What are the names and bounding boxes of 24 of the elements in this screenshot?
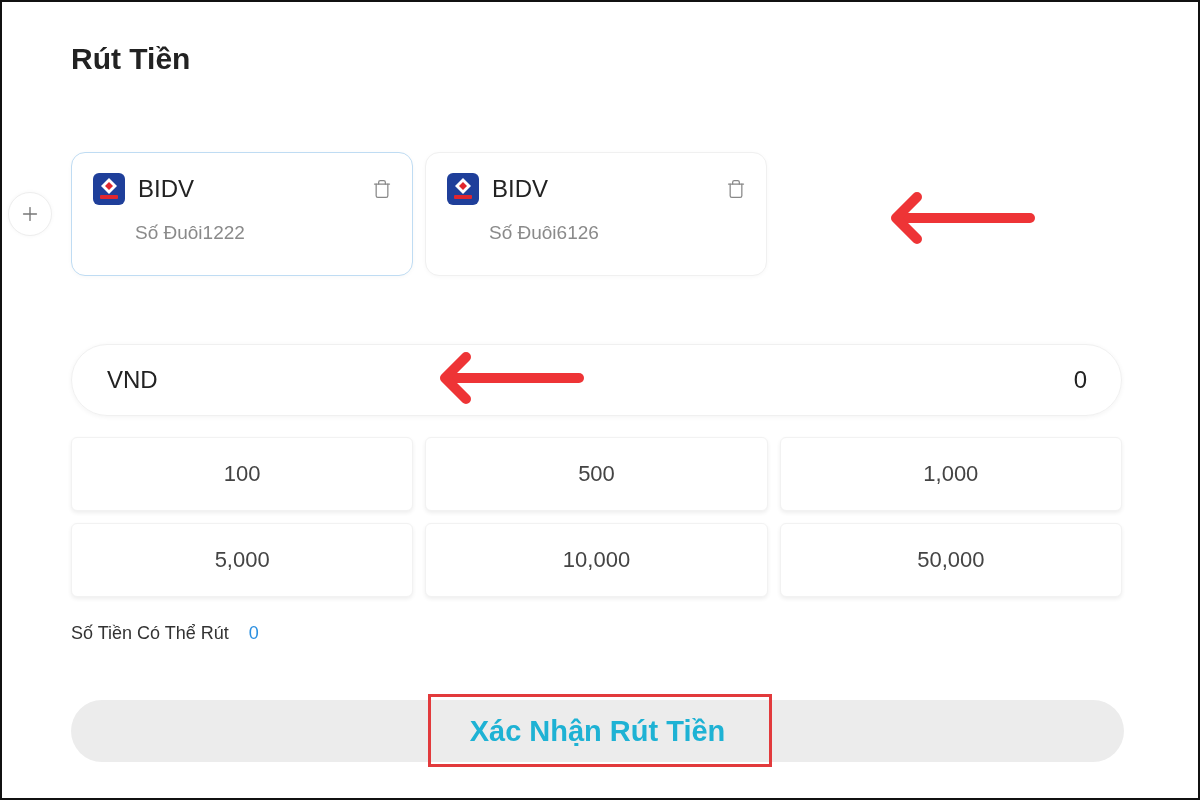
- amount-chip[interactable]: 500: [425, 437, 768, 511]
- amount-chip[interactable]: 5,000: [71, 523, 414, 597]
- arrow-annotation-icon: [889, 190, 1035, 246]
- bank-card[interactable]: BIDV Số Đuôi1222: [71, 152, 413, 276]
- amount-chip[interactable]: 1,000: [779, 437, 1122, 511]
- amount-chip[interactable]: 100: [71, 437, 414, 511]
- bank-logo-icon: [447, 173, 479, 205]
- bank-name: BIDV: [492, 174, 548, 204]
- bank-card[interactable]: BIDV Số Đuôi6126: [425, 152, 767, 276]
- add-bank-button[interactable]: [8, 192, 52, 236]
- bank-name: BIDV: [138, 174, 194, 204]
- trash-icon[interactable]: [372, 179, 392, 199]
- page-title: Rút Tiền: [71, 41, 191, 77]
- currency-label: VND: [107, 366, 158, 394]
- trash-icon[interactable]: [726, 179, 746, 199]
- bank-logo-icon: [93, 173, 125, 205]
- available-amount: 0: [248, 623, 259, 644]
- account-suffix: Số Đuôi1222: [135, 221, 245, 245]
- amount-value: 0: [1073, 366, 1087, 394]
- account-suffix: Số Đuôi6126: [489, 221, 599, 245]
- amount-chip[interactable]: 50,000: [779, 523, 1122, 597]
- amount-chip[interactable]: 10,000: [425, 523, 768, 597]
- arrow-annotation-icon: [438, 350, 584, 406]
- available-label: Số Tiền Có Thể Rút: [71, 623, 229, 644]
